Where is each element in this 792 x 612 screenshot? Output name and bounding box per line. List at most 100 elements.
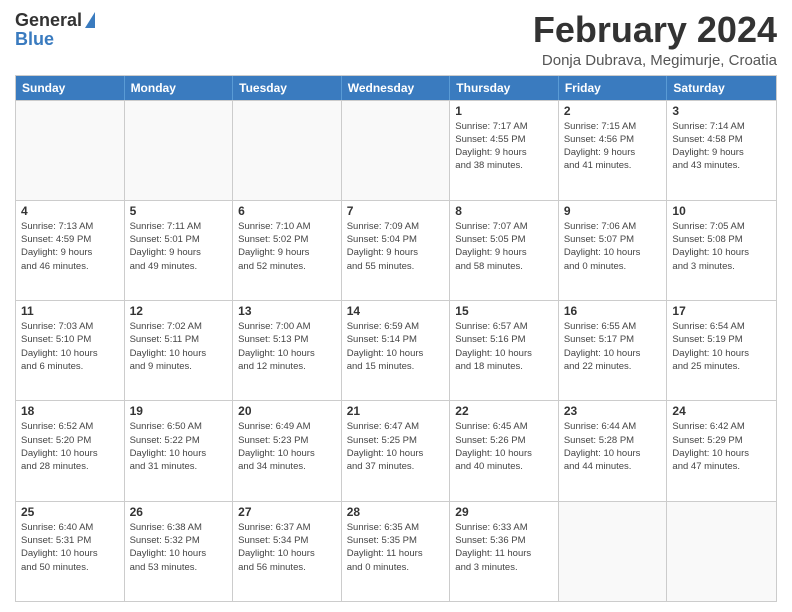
day-info: Sunrise: 6:57 AM Sunset: 5:16 PM Dayligh… — [455, 320, 553, 373]
title-section: February 2024 Donja Dubrava, Megimurje, … — [533, 10, 777, 69]
calendar-cell: 13 Sunrise: 7:00 AM Sunset: 5:13 PM Dayli… — [233, 301, 342, 400]
day-number: 19 — [130, 404, 228, 418]
day-number: 6 — [238, 204, 336, 218]
day-number: 1 — [455, 104, 553, 118]
logo: General Blue — [15, 10, 95, 50]
day-number: 10 — [672, 204, 771, 218]
cal-header-cell: Wednesday — [342, 76, 451, 100]
day-info: Sunrise: 7:10 AM Sunset: 5:02 PM Dayligh… — [238, 220, 336, 273]
calendar-cell: 22 Sunrise: 6:45 AM Sunset: 5:26 PM Dayli… — [450, 401, 559, 500]
calendar-cell: 20Sunrise: 6:49 AM Sunset: 5:23 PM Dayli… — [233, 401, 342, 500]
calendar-cell: 26Sunrise: 6:38 AM Sunset: 5:32 PM Dayli… — [125, 502, 234, 601]
day-info: Sunrise: 7:17 AM Sunset: 4:55 PM Dayligh… — [455, 120, 553, 173]
calendar-cell: 7 Sunrise: 7:09 AM Sunset: 5:04 PM Daylig… — [342, 201, 451, 300]
day-info: Sunrise: 6:55 AM Sunset: 5:17 PM Dayligh… — [564, 320, 662, 373]
day-info: Sunrise: 6:45 AM Sunset: 5:26 PM Dayligh… — [455, 420, 553, 473]
day-info: Sunrise: 6:44 AM Sunset: 5:28 PM Dayligh… — [564, 420, 662, 473]
day-info: Sunrise: 6:54 AM Sunset: 5:19 PM Dayligh… — [672, 320, 771, 373]
day-number: 9 — [564, 204, 662, 218]
calendar-cell — [16, 101, 125, 200]
calendar-body: 1 Sunrise: 7:17 AM Sunset: 4:55 PM Daylig… — [16, 100, 776, 601]
day-info: Sunrise: 7:14 AM Sunset: 4:58 PM Dayligh… — [672, 120, 771, 173]
day-number: 12 — [130, 304, 228, 318]
day-info: Sunrise: 7:09 AM Sunset: 5:04 PM Dayligh… — [347, 220, 445, 273]
day-number: 13 — [238, 304, 336, 318]
day-number: 28 — [347, 505, 445, 519]
cal-header-cell: Saturday — [667, 76, 776, 100]
day-number: 20 — [238, 404, 336, 418]
day-number: 27 — [238, 505, 336, 519]
day-number: 17 — [672, 304, 771, 318]
day-number: 22 — [455, 404, 553, 418]
day-number: 25 — [21, 505, 119, 519]
day-info: Sunrise: 7:15 AM Sunset: 4:56 PM Dayligh… — [564, 120, 662, 173]
day-number: 16 — [564, 304, 662, 318]
day-info: Sunrise: 6:52 AM Sunset: 5:20 PM Dayligh… — [21, 420, 119, 473]
day-number: 18 — [21, 404, 119, 418]
day-info: Sunrise: 7:07 AM Sunset: 5:05 PM Dayligh… — [455, 220, 553, 273]
calendar-cell: 28Sunrise: 6:35 AM Sunset: 5:35 PM Dayli… — [342, 502, 451, 601]
day-info: Sunrise: 6:42 AM Sunset: 5:29 PM Dayligh… — [672, 420, 771, 473]
calendar-cell: 10 Sunrise: 7:05 AM Sunset: 5:08 PM Dayli… — [667, 201, 776, 300]
calendar-row: 18 Sunrise: 6:52 AM Sunset: 5:20 PM Dayli… — [16, 400, 776, 500]
calendar: SundayMondayTuesdayWednesdayThursdayFrid… — [15, 75, 777, 602]
calendar-cell — [667, 502, 776, 601]
day-info: Sunrise: 7:00 AM Sunset: 5:13 PM Dayligh… — [238, 320, 336, 373]
cal-header-cell: Thursday — [450, 76, 559, 100]
month-title: February 2024 — [533, 10, 777, 50]
calendar-cell: 5 Sunrise: 7:11 AM Sunset: 5:01 PM Daylig… — [125, 201, 234, 300]
day-number: 8 — [455, 204, 553, 218]
calendar-cell: 21Sunrise: 6:47 AM Sunset: 5:25 PM Dayli… — [342, 401, 451, 500]
calendar-cell: 2Sunrise: 7:15 AM Sunset: 4:56 PM Daylig… — [559, 101, 668, 200]
cal-header-cell: Monday — [125, 76, 234, 100]
calendar-cell — [233, 101, 342, 200]
calendar-cell: 17 Sunrise: 6:54 AM Sunset: 5:19 PM Dayli… — [667, 301, 776, 400]
day-info: Sunrise: 7:02 AM Sunset: 5:11 PM Dayligh… — [130, 320, 228, 373]
calendar-row: 25Sunrise: 6:40 AM Sunset: 5:31 PM Dayli… — [16, 501, 776, 601]
calendar-cell: 16 Sunrise: 6:55 AM Sunset: 5:17 PM Dayli… — [559, 301, 668, 400]
calendar-cell: 18 Sunrise: 6:52 AM Sunset: 5:20 PM Dayli… — [16, 401, 125, 500]
day-number: 26 — [130, 505, 228, 519]
day-info: Sunrise: 7:05 AM Sunset: 5:08 PM Dayligh… — [672, 220, 771, 273]
day-number: 21 — [347, 404, 445, 418]
day-number: 15 — [455, 304, 553, 318]
day-info: Sunrise: 7:03 AM Sunset: 5:10 PM Dayligh… — [21, 320, 119, 373]
calendar-cell: 4Sunrise: 7:13 AM Sunset: 4:59 PM Daylig… — [16, 201, 125, 300]
location-title: Donja Dubrava, Megimurje, Croatia — [533, 52, 777, 69]
calendar-cell — [559, 502, 668, 601]
calendar-cell: 14Sunrise: 6:59 AM Sunset: 5:14 PM Dayli… — [342, 301, 451, 400]
calendar-cell: 24 Sunrise: 6:42 AM Sunset: 5:29 PM Dayli… — [667, 401, 776, 500]
calendar-cell: 6 Sunrise: 7:10 AM Sunset: 5:02 PM Daylig… — [233, 201, 342, 300]
day-number: 7 — [347, 204, 445, 218]
day-number: 29 — [455, 505, 553, 519]
calendar-cell: 27 Sunrise: 6:37 AM Sunset: 5:34 PM Dayli… — [233, 502, 342, 601]
calendar-row: 1 Sunrise: 7:17 AM Sunset: 4:55 PM Daylig… — [16, 100, 776, 200]
day-info: Sunrise: 7:11 AM Sunset: 5:01 PM Dayligh… — [130, 220, 228, 273]
day-number: 5 — [130, 204, 228, 218]
calendar-cell: 25Sunrise: 6:40 AM Sunset: 5:31 PM Dayli… — [16, 502, 125, 601]
calendar-cell: 29Sunrise: 6:33 AM Sunset: 5:36 PM Dayli… — [450, 502, 559, 601]
calendar-cell: 8 Sunrise: 7:07 AM Sunset: 5:05 PM Daylig… — [450, 201, 559, 300]
day-info: Sunrise: 7:13 AM Sunset: 4:59 PM Dayligh… — [21, 220, 119, 273]
day-info: Sunrise: 6:59 AM Sunset: 5:14 PM Dayligh… — [347, 320, 445, 373]
calendar-header: SundayMondayTuesdayWednesdayThursdayFrid… — [16, 76, 776, 100]
calendar-row: 4Sunrise: 7:13 AM Sunset: 4:59 PM Daylig… — [16, 200, 776, 300]
calendar-cell: 23Sunrise: 6:44 AM Sunset: 5:28 PM Dayli… — [559, 401, 668, 500]
calendar-row: 11 Sunrise: 7:03 AM Sunset: 5:10 PM Dayli… — [16, 300, 776, 400]
calendar-cell: 1 Sunrise: 7:17 AM Sunset: 4:55 PM Daylig… — [450, 101, 559, 200]
day-info: Sunrise: 7:06 AM Sunset: 5:07 PM Dayligh… — [564, 220, 662, 273]
calendar-cell: 12 Sunrise: 7:02 AM Sunset: 5:11 PM Dayli… — [125, 301, 234, 400]
cal-header-cell: Friday — [559, 76, 668, 100]
calendar-cell: 15 Sunrise: 6:57 AM Sunset: 5:16 PM Dayli… — [450, 301, 559, 400]
day-number: 24 — [672, 404, 771, 418]
day-info: Sunrise: 6:50 AM Sunset: 5:22 PM Dayligh… — [130, 420, 228, 473]
day-number: 11 — [21, 304, 119, 318]
day-info: Sunrise: 6:37 AM Sunset: 5:34 PM Dayligh… — [238, 521, 336, 574]
cal-header-cell: Tuesday — [233, 76, 342, 100]
page: General Blue February 2024 Donja Dubrava… — [0, 0, 792, 612]
logo-general: General — [15, 10, 82, 31]
header: General Blue February 2024 Donja Dubrava… — [15, 10, 777, 69]
calendar-cell: 3 Sunrise: 7:14 AM Sunset: 4:58 PM Daylig… — [667, 101, 776, 200]
day-number: 3 — [672, 104, 771, 118]
logo-arrow-icon — [85, 12, 95, 28]
